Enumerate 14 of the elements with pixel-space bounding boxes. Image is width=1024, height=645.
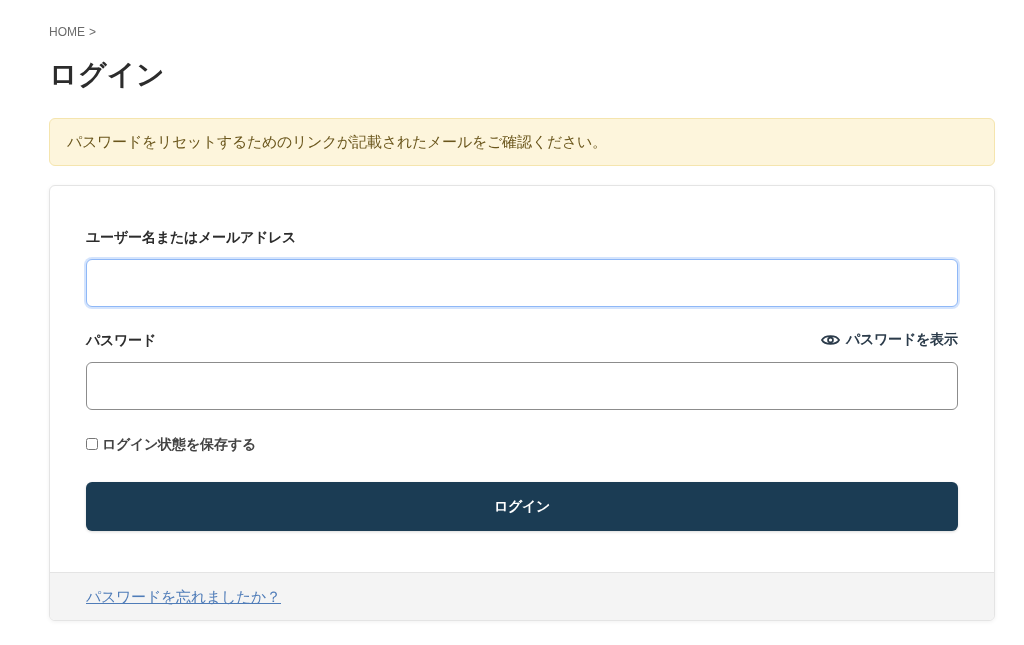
text-input-field[interactable] <box>86 362 958 410</box>
show-password-toggle[interactable]: パスワードを表示 <box>821 331 958 349</box>
field-label: ユーザー名またはメールアドレス <box>86 228 296 247</box>
remember-label: ログイン状態を保存する <box>102 435 256 454</box>
remember-checkbox[interactable] <box>86 438 98 450</box>
forgot-password-link[interactable]: パスワードを忘れましたか？ <box>86 586 281 607</box>
breadcrumb-separator: > <box>89 24 96 40</box>
eye-icon <box>821 333 840 347</box>
text-input-field[interactable] <box>86 259 958 307</box>
page-title: ログイン <box>49 58 166 92</box>
notice-message: パスワードをリセットするためのリンクが記載されたメールをご確認ください。 <box>49 118 995 166</box>
breadcrumb-home-link[interactable]: HOME <box>49 24 85 40</box>
login-button[interactable]: ログイン <box>86 482 958 531</box>
field-label: パスワード <box>86 331 156 350</box>
